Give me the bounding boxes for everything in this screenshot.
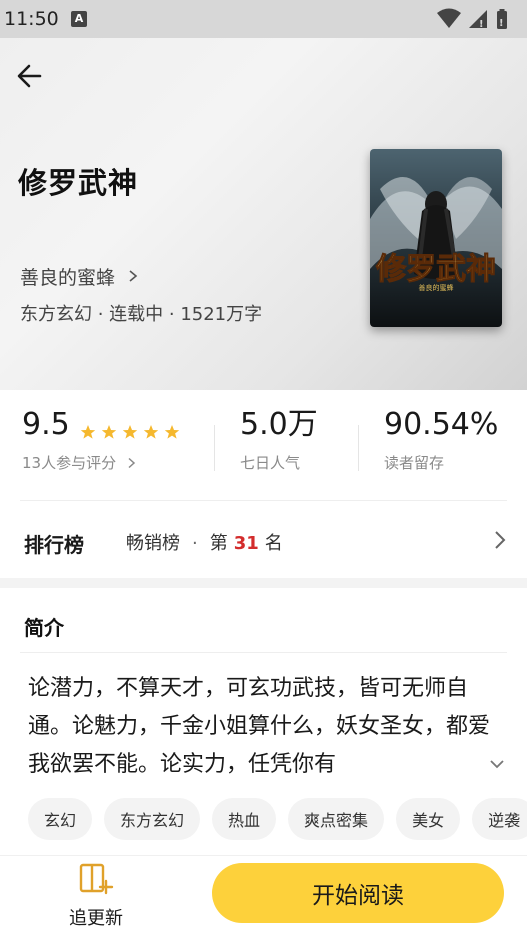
status-bar: 11:50 A ! ! — [0, 0, 527, 38]
tag-chip[interactable]: 东方玄幻 — [104, 798, 201, 840]
status-time: 11:50 — [4, 8, 59, 30]
svg-text:!: ! — [479, 19, 484, 30]
book-title: 修罗武神 — [18, 166, 139, 200]
tag-chip[interactable]: 玄幻 — [28, 798, 93, 840]
star-icon — [143, 425, 159, 439]
intro-heading: 简介 — [24, 616, 64, 640]
start-reading-button[interactable]: 开始阅读 — [212, 863, 504, 923]
svg-text:!: ! — [499, 18, 504, 29]
follow-updates-button[interactable]: 追更新 — [58, 862, 134, 930]
intro-text[interactable]: 论潜力，不算天才，可玄功武技，皆可无师自通。论魅力，千金小姐算什么，妖女圣女，都… — [28, 670, 510, 783]
book-cover[interactable]: 修罗武神 善良的蜜蜂 — [370, 149, 502, 327]
chevron-right-icon — [129, 270, 138, 282]
ranking-suffix: 名 — [264, 533, 283, 554]
ranking-number: 31 — [233, 533, 259, 554]
bookshelf-add-icon — [79, 863, 114, 895]
rating-count: 13人参与评分 — [22, 454, 117, 472]
star-icon — [101, 425, 117, 439]
follow-updates-label: 追更新 — [69, 908, 123, 929]
star-icon — [80, 425, 96, 439]
popularity-label: 七日人气 — [240, 454, 301, 472]
author-name: 善良的蜜蜂 — [20, 266, 116, 289]
tag-list: 玄幻 东方玄幻 热血 爽点密集 美女 逆袭 — [28, 798, 527, 840]
stat-divider — [214, 425, 215, 471]
star-icon — [122, 425, 138, 439]
back-arrow-icon[interactable] — [12, 58, 48, 94]
retention-value: 90.54% — [384, 407, 499, 442]
cover-art: 修罗武神 — [370, 149, 502, 327]
rating-stars — [80, 424, 180, 440]
ranking-row[interactable]: 排行榜 畅销榜 · 第 31 名 — [0, 515, 527, 571]
retention-stat: 90.54% 读者留存 — [384, 410, 498, 473]
stat-divider — [358, 425, 359, 471]
author-link[interactable]: 善良的蜜蜂 — [20, 262, 139, 290]
divider — [20, 652, 507, 653]
wifi-icon — [437, 8, 461, 28]
signal-icon — [469, 10, 487, 28]
chevron-right-icon — [128, 457, 136, 468]
book-meta: 东方玄幻 · 连载中 · 1521万字 — [20, 304, 263, 325]
status-icons: ! ! — [437, 8, 507, 30]
chevron-down-icon[interactable] — [486, 752, 508, 776]
divider — [20, 500, 507, 501]
ranking-info: 畅销榜 · 第 31 名 — [126, 529, 283, 555]
rating-stat: 9.5 13人参与评分 — [22, 410, 138, 473]
rating-count-link[interactable]: 13人参与评分 — [22, 452, 138, 473]
popularity-stat: 5.0万 七日人气 — [240, 410, 318, 473]
ranking-prefix: 第 — [209, 533, 228, 554]
retention-label: 读者留存 — [384, 454, 445, 472]
tag-chip[interactable]: 逆袭 — [472, 798, 527, 840]
notification-a-icon: A — [71, 11, 87, 27]
section-separator — [0, 578, 527, 588]
cover-author-text: 善良的蜜蜂 — [418, 284, 454, 292]
svg-text:修罗武神: 修罗武神 — [375, 252, 496, 287]
bottom-action-bar: 追更新 开始阅读 — [0, 855, 527, 939]
tag-chip[interactable]: 热血 — [212, 798, 277, 840]
star-icon — [164, 425, 180, 439]
tag-chip[interactable]: 爽点密集 — [288, 798, 385, 840]
ranking-separator: · — [192, 533, 198, 554]
ranking-list-name: 畅销榜 — [126, 533, 180, 554]
tag-chip[interactable]: 美女 — [396, 798, 461, 840]
chevron-right-icon — [495, 531, 506, 549]
ranking-title: 排行榜 — [24, 533, 84, 557]
popularity-value: 5.0万 — [240, 407, 318, 442]
